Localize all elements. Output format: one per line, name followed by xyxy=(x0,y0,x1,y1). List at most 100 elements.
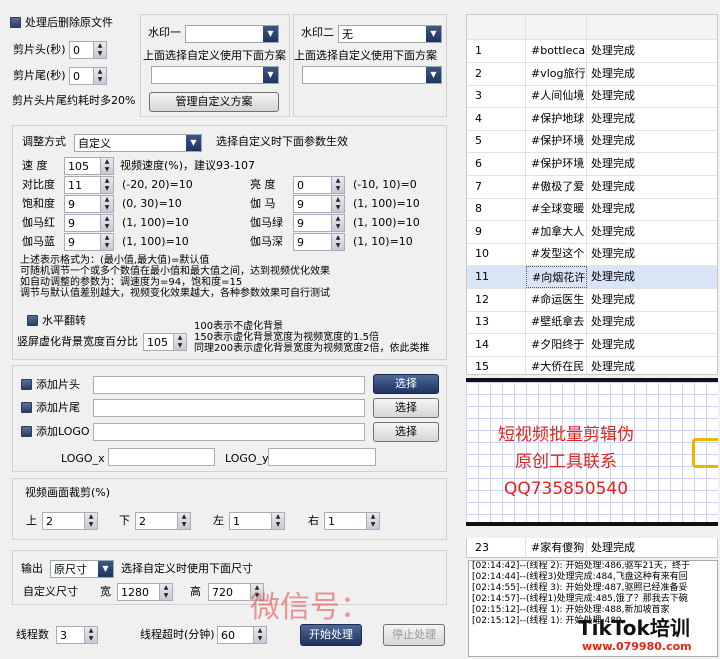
contrast-label: 对比度 xyxy=(22,178,55,191)
crop-right-label: 右 xyxy=(308,514,319,527)
output-size-select[interactable]: 原尺寸 ▼ xyxy=(50,560,114,578)
table-row[interactable]: 23 #家有傻狗 处理完成 xyxy=(467,538,717,557)
trim-tail-label: 剪片尾(秒) xyxy=(13,69,66,82)
watermark1-scheme-select[interactable]: ▼ xyxy=(151,66,279,84)
watermark2-label: 水印二 xyxy=(301,26,334,39)
logo-y-label: LOGO_y xyxy=(225,452,269,465)
threads-stepper[interactable]: 3 ▲ ▼ xyxy=(56,626,98,644)
crop-panel: 视频画面裁剪(%) 上 2 ▲ ▼ 下 2 ▲ ▼ 左 1 ▲ ▼ 右 1 ▲ ▼ xyxy=(12,478,447,540)
manage-schemes-button[interactable]: 管理自定义方案 xyxy=(149,92,279,112)
gamma-deep-stepper[interactable]: 9 ▲ ▼ xyxy=(293,233,345,251)
gamma-stepper[interactable]: 9 ▲ ▼ xyxy=(293,195,345,213)
row-status: 处理完成 xyxy=(591,270,635,283)
table-row[interactable]: 8 #全球变暖 处理完成 xyxy=(467,198,717,222)
table-row[interactable]: 11 #向烟花许 处理完成 xyxy=(467,266,717,289)
watermark2-panel: 水印二 无 ▼ 上面选择自定义使用下面方案 ▼ xyxy=(293,14,447,117)
add-outro-label: 添加片尾 xyxy=(36,401,80,414)
row-index: 8 xyxy=(467,198,526,221)
watermark1-select[interactable]: ▼ xyxy=(185,25,279,43)
logo-x-input[interactable] xyxy=(108,448,215,466)
row-index: 3 xyxy=(467,85,526,108)
table-row[interactable]: 7 #傲极了爱 处理完成 xyxy=(467,175,717,199)
gamma-blue-stepper[interactable]: 9 ▲ ▼ xyxy=(64,233,114,251)
row-filename: #保护环境 xyxy=(526,153,587,175)
table-row[interactable]: 3 #人间仙境 处理完成 xyxy=(467,85,717,109)
table-row[interactable]: 15 #大侨在民 处理完成 xyxy=(467,356,717,374)
contrast-range: (-20, 20)=10 xyxy=(122,178,193,191)
row-filename: #傲极了爱 xyxy=(526,175,587,198)
logo-y-input[interactable] xyxy=(268,448,376,466)
gamma-green-stepper[interactable]: 9 ▲ ▼ xyxy=(293,214,345,232)
row-status: 处理完成 xyxy=(591,157,635,170)
watermark2-scheme-select[interactable]: ▼ xyxy=(302,66,442,84)
row-index: 2 xyxy=(467,62,526,85)
adjust-note: 可随机调节一个或多个数值在最小值和最大值之间，达到视频优化效果 xyxy=(20,266,330,277)
table-row[interactable]: 1#bottlecapc 处理完成 xyxy=(467,40,717,63)
timeout-stepper[interactable]: 60 ▲ ▼ xyxy=(217,626,267,644)
output-label: 输出 xyxy=(21,562,43,575)
choose-logo-button[interactable]: 选择 xyxy=(373,422,439,442)
adjust-mode-select[interactable]: 自定义 ▼ xyxy=(74,134,202,152)
table-row[interactable]: 9 #加拿大人 处理完成 xyxy=(467,220,717,244)
saturation-stepper[interactable]: 9 ▲ ▼ xyxy=(64,195,114,213)
row-status: 处理完成 xyxy=(591,337,635,351)
chevron-down-icon: ▼ xyxy=(263,26,278,42)
vblur-note: 100表示不虚化背景 xyxy=(194,321,284,332)
gamma-red-stepper[interactable]: 9 ▲ ▼ xyxy=(64,214,114,232)
chevron-down-icon: ▼ xyxy=(186,135,201,151)
file-table-bottom[interactable]: 23 #家有傻狗 处理完成 xyxy=(466,538,718,558)
table-row[interactable]: 14 #夕阳终于 处理完成 xyxy=(467,333,717,357)
table-row[interactable]: 2#vlog旅行记处理完成 xyxy=(467,62,717,86)
add-logo-checkbox[interactable] xyxy=(21,426,32,437)
crop-top-label: 上 xyxy=(26,514,37,527)
table-row[interactable]: 5 #保护环境 处理完成 xyxy=(467,130,717,154)
watermark1-hint: 上面选择自定义使用下面方案 xyxy=(143,49,286,62)
delete-original-checkbox[interactable] xyxy=(10,17,21,28)
table-row[interactable]: 12 #命运医生 处理完成 xyxy=(467,288,717,312)
logo-path-input[interactable] xyxy=(93,423,365,441)
speed-hint: 视频速度(%)，建议93-107 xyxy=(120,159,255,172)
table-row[interactable]: 13 #壁纸拿去 处理完成 xyxy=(467,311,717,335)
contrast-stepper[interactable]: 11 ▲ ▼ xyxy=(64,176,114,194)
hflip-checkbox[interactable] xyxy=(27,315,38,326)
watermark1-label: 水印一 xyxy=(148,26,181,39)
start-button[interactable]: 开始处理 xyxy=(300,624,362,646)
row-status: 处理完成 xyxy=(591,360,635,374)
row-index: 12 xyxy=(467,288,526,311)
gamma-deep-range: (1, 10)=10 xyxy=(353,235,413,248)
crop-bottom-label: 下 xyxy=(119,514,130,527)
log-line: [02:14:55]--(线程 3): 开始处理:487,驱照已经准备妥 xyxy=(472,583,688,593)
row-filename: #命运医生 xyxy=(526,288,587,311)
add-outro-checkbox[interactable] xyxy=(21,402,32,413)
row-index: 7 xyxy=(467,175,526,198)
trim-tail-stepper[interactable]: 0 ▲ ▼ xyxy=(69,67,107,85)
choose-intro-button[interactable]: 选择 xyxy=(373,374,439,394)
vblur-stepper[interactable]: 105 ▲ ▼ xyxy=(143,333,187,351)
brightness-stepper[interactable]: 0 ▲ ▼ xyxy=(293,176,345,194)
trim-head-stepper[interactable]: 0 ▲ ▼ xyxy=(69,41,107,59)
choose-outro-button[interactable]: 选择 xyxy=(373,398,439,418)
crop-right-stepper[interactable]: 1 ▲ ▼ xyxy=(324,512,380,530)
crop-top-stepper[interactable]: 2 ▲ ▼ xyxy=(42,512,98,530)
width-stepper[interactable]: 1280 ▲ ▼ xyxy=(117,583,173,601)
table-row[interactable]: 4 #保护地球 处理完成 xyxy=(467,107,717,131)
gamma-red-label: 伽马红 xyxy=(22,216,55,229)
table-row[interactable]: 10 #发型这个 处理完成 xyxy=(467,243,717,267)
table-row[interactable]: 6 #保护环境 处理完成 xyxy=(467,153,717,176)
row-status: 处理完成 xyxy=(591,247,635,261)
row-status: 处理完成 xyxy=(591,202,635,216)
crop-left-stepper[interactable]: 1 ▲ ▼ xyxy=(229,512,285,530)
watermark2-select[interactable]: 无 ▼ xyxy=(338,25,442,43)
stop-button[interactable]: 停止处理 xyxy=(383,624,445,646)
row-status: 处理完成 xyxy=(591,224,635,238)
add-intro-checkbox[interactable] xyxy=(21,379,32,390)
file-table[interactable]: 1#bottlecapc处理完成2#vlog旅行记处理完成3#人间仙境处理完成4… xyxy=(466,14,718,375)
speed-stepper[interactable]: 105 ▲ ▼ xyxy=(64,157,114,175)
table-header xyxy=(467,15,717,40)
saturation-range: (0, 30)=10 xyxy=(122,197,182,210)
width-label: 宽 xyxy=(100,585,111,598)
gamma-label: 伽 马 xyxy=(250,197,276,210)
crop-bottom-stepper[interactable]: 2 ▲ ▼ xyxy=(135,512,191,530)
intro-path-input[interactable] xyxy=(93,376,365,394)
outro-path-input[interactable] xyxy=(93,399,365,417)
